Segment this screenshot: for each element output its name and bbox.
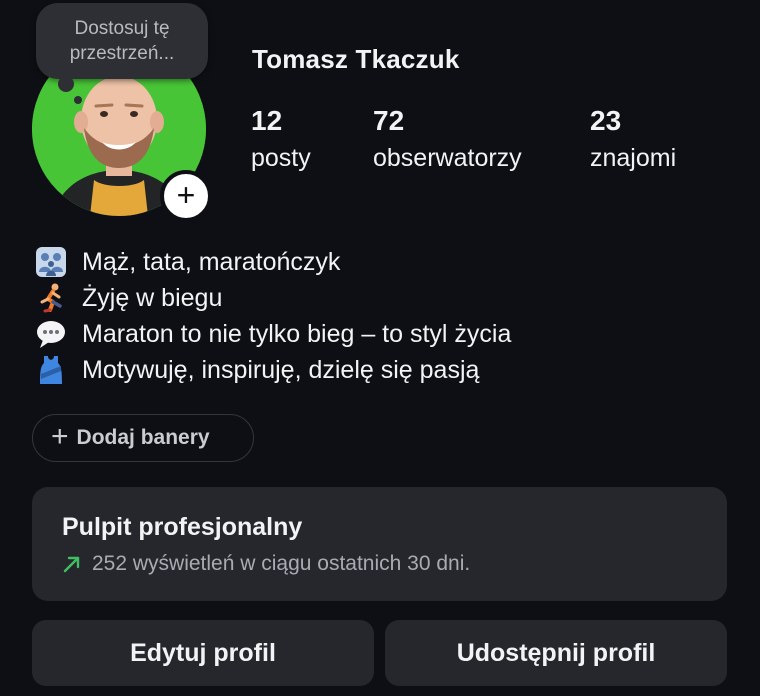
bio-text-2: Żyję w biegu — [82, 284, 223, 312]
stat-followers[interactable]: 72 obserwatorzy — [373, 104, 522, 176]
edit-profile-button[interactable]: Edytuj profil — [32, 620, 374, 686]
note-bubble[interactable]: Dostosuj tę przestrzeń... — [36, 3, 208, 79]
note-bubble-tail — [58, 76, 74, 92]
add-banners-button[interactable]: + Dodaj banery — [32, 414, 254, 462]
bio-line: Maraton to nie tylko bieg – to styl życi… — [34, 316, 511, 352]
share-profile-label: Udostępnij profil — [456, 638, 656, 667]
note-bubble-tail-small — [74, 96, 82, 104]
bio-line: Mąż, tata, maratończyk — [34, 244, 511, 280]
runner-icon — [34, 281, 68, 315]
family-icon — [34, 245, 68, 279]
note-text: Dostosuj tę przestrzeń... — [69, 18, 175, 64]
edit-profile-label: Edytuj profil — [130, 638, 276, 667]
dashboard-title: Pulpit profesjonalny — [62, 513, 303, 541]
bio-text-4: Motywuję, inspiruję, dzielę się pasją — [82, 356, 480, 384]
professional-dashboard-card[interactable]: Pulpit profesjonalny 252 wyświetleń w ci… — [32, 487, 727, 601]
trend-up-arrow-icon — [62, 554, 82, 574]
bio-text-3: Maraton to nie tylko bieg – to styl życi… — [82, 320, 512, 348]
running-shirt-icon — [34, 353, 68, 387]
speech-bubble-icon — [34, 317, 68, 351]
dashboard-subtitle-row: 252 wyświetleń w ciągu ostatnich 30 dni. — [62, 552, 697, 576]
add-story-button[interactable]: + — [160, 170, 212, 222]
stat-posts-label: posty — [251, 144, 311, 172]
stat-followers-value: 72 — [373, 105, 405, 136]
bio-text-1: Mąż, tata, maratończyk — [82, 248, 341, 276]
add-banners-label: Dodaj banery — [76, 426, 210, 449]
share-profile-button[interactable]: Udostępnij profil — [385, 620, 727, 686]
profile-name: Tomasz Tkaczuk — [252, 44, 460, 74]
stat-posts[interactable]: 12 posty — [251, 104, 311, 176]
plus-icon: + — [51, 419, 69, 453]
bio: Mąż, tata, maratończyk Żyję w biegu Mara… — [34, 244, 511, 388]
stat-posts-value: 12 — [251, 105, 283, 136]
stat-followers-label: obserwatorzy — [373, 144, 522, 172]
profile-page: + Dostosuj tę przestrzeń... Tomasz Tkacz… — [0, 0, 760, 696]
dashboard-subtitle: 252 wyświetleń w ciągu ostatnich 30 dni. — [92, 552, 471, 575]
stat-friends[interactable]: 23 znajomi — [590, 104, 676, 176]
stat-friends-value: 23 — [590, 105, 622, 136]
bio-line: Żyję w biegu — [34, 280, 511, 316]
bio-line: Motywuję, inspiruję, dzielę się pasją — [34, 352, 511, 388]
plus-icon: + — [176, 176, 196, 213]
stat-friends-label: znajomi — [590, 144, 677, 172]
